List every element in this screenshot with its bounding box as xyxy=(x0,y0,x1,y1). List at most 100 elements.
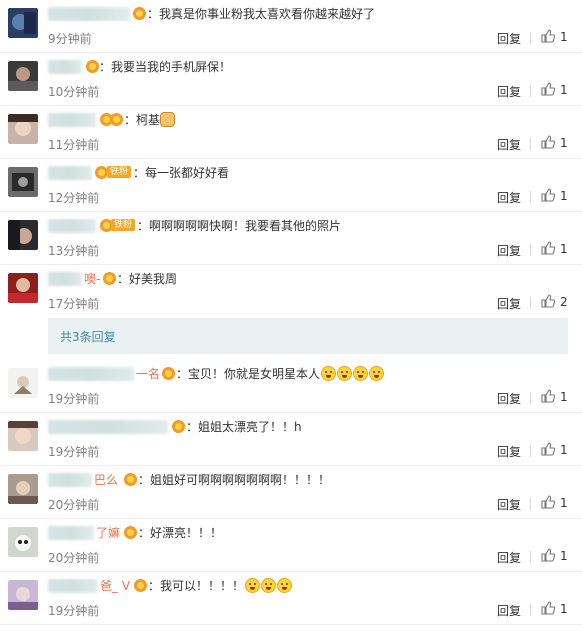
divider xyxy=(530,551,531,563)
comment-time: 10分钟前 xyxy=(48,85,100,99)
reply-button[interactable]: 回复 xyxy=(497,443,521,460)
vip-badge-icon xyxy=(162,367,175,380)
comment-text: ：姐姐好可啊啊啊啊啊啊啊！！！！ xyxy=(138,473,331,487)
comment-text: ：姐姐太漂亮了！！h xyxy=(186,420,302,434)
comment-item: 铁粉 ：啊啊啊啊啊快啊！我要看其他的照片 13分钟前 回复 1 xyxy=(0,212,582,265)
avatar[interactable] xyxy=(8,167,38,197)
thumbs-up-icon[interactable] xyxy=(541,294,555,308)
reply-button[interactable]: 回复 xyxy=(497,390,521,407)
comment-text: ：我可以！！！！ xyxy=(148,577,293,594)
comment-item: ：我真是你事业粉我太喜欢看你越来越好了 9分钟前 回复 1 xyxy=(0,0,582,53)
reply-button[interactable]: 回复 xyxy=(497,295,521,312)
username-tail[interactable]: 噢- xyxy=(84,270,100,287)
avatar[interactable] xyxy=(8,421,38,451)
face-emoji-icon xyxy=(245,578,261,593)
avatar[interactable] xyxy=(8,61,38,91)
reply-button[interactable]: 回复 xyxy=(497,136,521,153)
comment-time: 20分钟前 xyxy=(48,498,100,512)
view-replies-link[interactable]: 共3条回复 xyxy=(60,328,116,345)
sub-replies-bar[interactable]: 共3条回复 xyxy=(48,318,568,354)
username[interactable] xyxy=(48,60,82,74)
vip-badge-icon xyxy=(103,272,116,285)
comment-time: 12分钟前 xyxy=(48,191,100,205)
comment-time: 19分钟前 xyxy=(48,445,100,459)
thumbs-up-icon[interactable] xyxy=(541,82,555,96)
divider xyxy=(530,604,531,616)
like-count: 1 xyxy=(560,549,568,563)
like-count: 1 xyxy=(560,30,568,44)
reply-button[interactable]: 回复 xyxy=(497,549,521,566)
comment-time: 20分钟前 xyxy=(48,551,100,565)
comment-text: ：我真是你事业粉我太喜欢看你越来越好了 xyxy=(147,7,376,21)
avatar[interactable] xyxy=(8,114,38,144)
like-count: 1 xyxy=(560,496,568,510)
face-emoji-icon xyxy=(261,578,277,593)
reply-button[interactable]: 回复 xyxy=(497,496,521,513)
thumbs-up-icon[interactable] xyxy=(541,135,555,149)
face-emoji-icon xyxy=(321,366,337,381)
avatar[interactable] xyxy=(8,474,38,504)
like-count: 1 xyxy=(560,136,568,150)
vip-badge-icon xyxy=(124,526,137,539)
comment-time: 9分钟前 xyxy=(48,32,92,46)
username[interactable] xyxy=(48,526,94,540)
username-tail[interactable]: 一名 xyxy=(136,365,160,382)
thumbs-up-icon[interactable] xyxy=(541,442,555,456)
avatar[interactable] xyxy=(8,273,38,303)
thumbs-up-icon[interactable] xyxy=(541,241,555,255)
divider xyxy=(530,85,531,97)
thumbs-up-icon[interactable] xyxy=(541,29,555,43)
dog-emoji-icon xyxy=(160,112,176,127)
comment-item: ：柯基 11分钟前 回复 1 xyxy=(0,106,582,159)
username[interactable] xyxy=(48,219,96,233)
username[interactable] xyxy=(48,367,134,381)
reply-button[interactable]: 回复 xyxy=(497,242,521,259)
face-emoji-icon xyxy=(353,366,369,381)
vip-badge-icon xyxy=(86,60,99,73)
avatar[interactable] xyxy=(8,368,38,398)
comment-item: 铁粉 ：每一张都好好看 12分钟前 回复 1 xyxy=(0,159,582,212)
username[interactable] xyxy=(48,579,98,593)
avatar[interactable] xyxy=(8,580,38,610)
avatar[interactable] xyxy=(8,220,38,250)
thumbs-up-icon[interactable] xyxy=(541,389,555,403)
username-tail[interactable]: 了嫲 xyxy=(96,524,120,541)
like-count: 1 xyxy=(560,602,568,616)
like-count: 1 xyxy=(560,242,568,256)
username[interactable] xyxy=(48,473,92,487)
fan-badge: 铁粉 xyxy=(111,219,136,231)
username-tail[interactable]: 巴么 xyxy=(94,471,118,488)
comment-text: ：我要当我的手机屏保！ xyxy=(99,60,232,74)
comment-time: 17分钟前 xyxy=(48,297,100,311)
avatar[interactable] xyxy=(8,8,38,38)
comment-item: 爸_ V ：我可以！！！！ 19分钟前 回复 1 xyxy=(0,572,582,625)
thumbs-up-icon[interactable] xyxy=(541,495,555,509)
username[interactable] xyxy=(48,7,130,21)
username[interactable] xyxy=(48,113,96,127)
reply-button[interactable]: 回复 xyxy=(497,189,521,206)
comment-text: ：宝贝！你就是女明星本人 xyxy=(176,365,385,382)
username[interactable] xyxy=(48,166,92,180)
username[interactable] xyxy=(48,420,168,434)
reply-button[interactable]: 回复 xyxy=(497,30,521,47)
username-tail[interactable]: 爸_ V xyxy=(100,577,130,594)
comment-text: ：好漂亮！！！ xyxy=(138,526,223,540)
reply-button[interactable]: 回复 xyxy=(497,83,521,100)
thumbs-up-icon[interactable] xyxy=(541,548,555,562)
reply-button[interactable]: 回复 xyxy=(497,602,521,619)
thumbs-up-icon[interactable] xyxy=(541,188,555,202)
like-count: 2 xyxy=(560,295,568,309)
divider xyxy=(530,191,531,203)
comment-item: 噢- ：好美我周 17分钟前 回复 2 xyxy=(0,265,582,318)
thumbs-up-icon[interactable] xyxy=(541,601,555,615)
divider xyxy=(530,392,531,404)
vip-badge-icon xyxy=(124,473,137,486)
like-count: 1 xyxy=(560,83,568,97)
like-count: 1 xyxy=(560,189,568,203)
comment-time: 11分钟前 xyxy=(48,138,100,152)
avatar[interactable] xyxy=(8,527,38,557)
comment-time: 13分钟前 xyxy=(48,244,100,258)
username[interactable] xyxy=(48,272,82,286)
comment-time: 19分钟前 xyxy=(48,604,100,618)
comment-text: ：好美我周 xyxy=(117,272,178,286)
